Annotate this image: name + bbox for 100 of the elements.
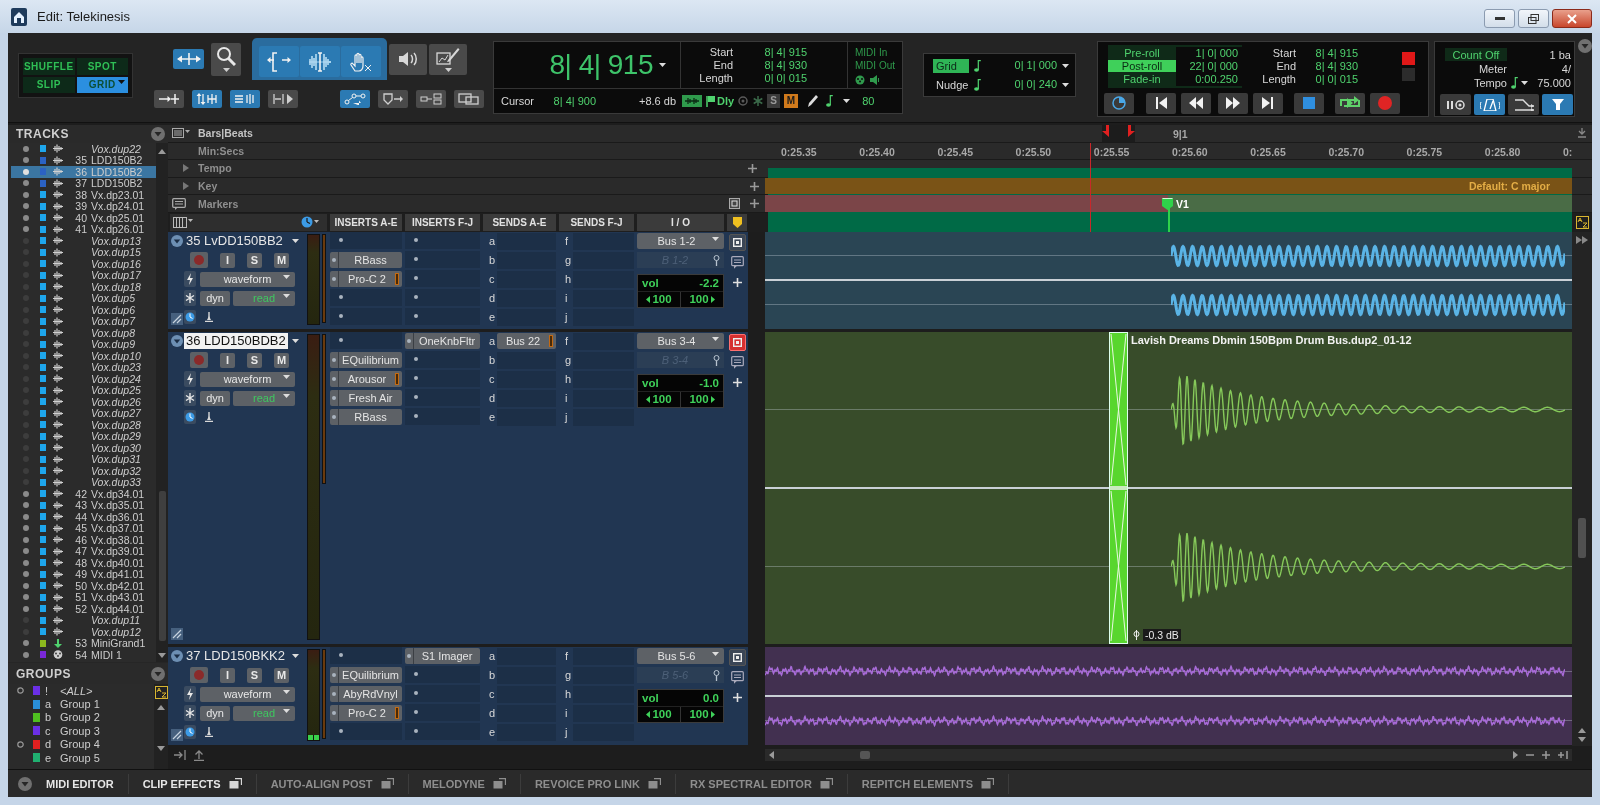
tool-button[interactable] (389, 43, 427, 75)
selection-value[interactable]: 8| 4| 930 (1296, 59, 1358, 73)
count-off-toggle[interactable]: Count Off (1445, 48, 1507, 61)
tool-option-button[interactable] (154, 90, 184, 108)
selection-value[interactable]: 0| 0| 015 (1296, 72, 1358, 86)
track-list-item[interactable]: Vox.dup17 (11, 269, 156, 281)
transport-button[interactable] (1181, 92, 1211, 114)
tool-option-button[interactable] (340, 90, 370, 108)
transport-button[interactable] (1218, 92, 1248, 114)
selection-value[interactable]: 0| 0| 015 (733, 71, 807, 85)
comment-button[interactable] (728, 668, 746, 686)
window-tab[interactable]: AUTO-ALIGN POST (256, 773, 409, 794)
transport-toggle[interactable] (1440, 94, 1471, 115)
velocity-value[interactable]: 80 (862, 94, 875, 108)
track-list-item[interactable]: Vox.dup9 (11, 338, 156, 350)
track-list-item[interactable]: 46 Vx.dp38.01 (11, 534, 156, 546)
output-window-button[interactable] (728, 648, 746, 666)
track-list-item[interactable]: 48 Vx.dp40.01 (11, 557, 156, 569)
send-slot[interactable] (573, 647, 634, 665)
selection-range[interactable] (1102, 125, 1135, 142)
track-list-item[interactable]: Vox.dup27 (11, 407, 156, 419)
track-name[interactable]: 36 LDD150BDB2 (184, 333, 288, 350)
plugin-button[interactable]: Fresh Air (330, 390, 402, 407)
track-list-item[interactable]: 41 Vx.dp26.01 (11, 223, 156, 235)
record-enable-button[interactable] (190, 252, 208, 269)
track-list-item[interactable]: Vox.dup8 (11, 327, 156, 339)
comment-button[interactable] (728, 353, 746, 371)
window-tab[interactable]: MELODYNE (408, 773, 521, 794)
track-list-item[interactable]: 54 MIDI 1 (11, 649, 156, 661)
plugin-button[interactable]: RBass (330, 409, 402, 426)
output-window-button[interactable] (728, 233, 746, 251)
insert-slot[interactable] (405, 703, 480, 721)
insert-slot[interactable] (405, 722, 480, 740)
tool-option-button[interactable] (416, 90, 446, 108)
track-list-item[interactable]: 49 Vx.dp41.01 (11, 568, 156, 580)
group-list-item[interactable]: d Group 4 (11, 737, 154, 751)
audio-clip[interactable] (765, 231, 1572, 329)
transport-button[interactable] (1253, 92, 1283, 114)
track-list-item[interactable]: Vox.dup28 (11, 419, 156, 431)
track-list-item[interactable]: 38 Vx.dp23.01 (11, 189, 156, 201)
roll-toggle[interactable]: Post-roll (1108, 59, 1176, 72)
send-slot[interactable] (497, 647, 556, 665)
track-list-item[interactable]: Vox.dup11 (11, 614, 156, 626)
track-list-item[interactable]: Vox.dup33 (11, 476, 156, 488)
track-list-item[interactable]: 43 Vx.dp35.01 (11, 499, 156, 511)
track-list-item[interactable]: Vox.dup26 (11, 396, 156, 408)
track-list-item[interactable]: Vox.dup31 (11, 453, 156, 465)
tool-button[interactable] (211, 42, 241, 76)
track-list-item[interactable]: 42 Vx.dp34.01 (11, 488, 156, 500)
window-tab[interactable]: MIDI EDITOR (32, 773, 129, 794)
record-enable-button[interactable] (190, 667, 208, 684)
input-monitor-button[interactable]: I (220, 667, 235, 683)
track-list-item[interactable]: Vox.dup18 (11, 281, 156, 293)
horizontal-scrollbar[interactable] (765, 749, 1572, 762)
output-selector[interactable]: Bus 3-4 (637, 333, 724, 350)
transport-toggle[interactable] (1474, 94, 1505, 115)
volume-pan-display[interactable]: vol -2.2 100 100 (637, 273, 724, 308)
window-tab[interactable]: CLIP EFFECTS (128, 773, 257, 794)
plugin-button[interactable]: AbyRdVnyl (330, 686, 402, 703)
selection-value[interactable]: 8| 4| 930 (733, 58, 807, 72)
column-header[interactable]: INSERTS A-E (330, 213, 402, 231)
output-window-button[interactable] (728, 333, 746, 351)
marker-label[interactable]: V1 (1176, 197, 1189, 210)
column-header[interactable]: SENDS F-J (559, 213, 634, 231)
tempo-value[interactable]: 75.000 (1537, 76, 1571, 89)
window-tab[interactable]: RX SPECTRAL EDITOR (676, 773, 848, 794)
output-selector[interactable]: Bus 5-6 (637, 648, 724, 665)
edit-mode-button[interactable]: SLIP (23, 76, 75, 93)
track-list-item[interactable]: 45 Vx.dp37.01 (11, 522, 156, 534)
comment-button[interactable] (728, 253, 746, 271)
track-list-item[interactable]: Vox.dup23 (11, 361, 156, 373)
track-list-item[interactable]: 50 Vx.dp42.01 (11, 580, 156, 592)
track-list-item[interactable]: Vox.dup7 (11, 315, 156, 327)
track-list-item[interactable]: 37 LDD150B2 (11, 177, 156, 189)
plugin-button[interactable]: S1 Imager (405, 648, 480, 665)
edit-mode-button[interactable]: SHUFFLE (23, 58, 75, 75)
transport-button[interactable] (1294, 92, 1324, 114)
plugin-button[interactable]: Pro-C 2 (330, 271, 402, 288)
fade-region[interactable] (1109, 331, 1128, 644)
tool-option-button[interactable] (378, 90, 408, 108)
transport-toggle[interactable] (1542, 94, 1573, 115)
tool-option-button[interactable] (230, 90, 260, 108)
insert-slot[interactable] (405, 684, 480, 702)
insert-slot[interactable] (405, 250, 480, 268)
restore-button[interactable] (1518, 9, 1549, 28)
window-tab[interactable]: REVOICE PRO LINK (520, 773, 676, 794)
track-view-dropdown[interactable]: waveform (200, 271, 295, 287)
solo-button[interactable]: S (247, 252, 262, 268)
send-slot[interactable] (573, 332, 634, 350)
track-list-item[interactable]: 44 Vx.dp36.01 (11, 511, 156, 523)
track-list-item[interactable]: 35 LDD150B2 (11, 154, 156, 166)
insert-slot[interactable] (405, 388, 480, 406)
track-list-item[interactable]: Vox.dup16 (11, 258, 156, 270)
track-name[interactable]: 35 LvDD150BB2 (184, 233, 288, 250)
insert-slot[interactable] (405, 269, 480, 287)
column-header[interactable]: I / O (637, 213, 724, 231)
group-list-item[interactable]: b Group 2 (11, 710, 154, 725)
automation-mode-button[interactable]: dyn (200, 390, 230, 406)
track-list-item[interactable]: Vox.dup15 (11, 246, 156, 258)
insert-slot[interactable] (405, 407, 480, 425)
